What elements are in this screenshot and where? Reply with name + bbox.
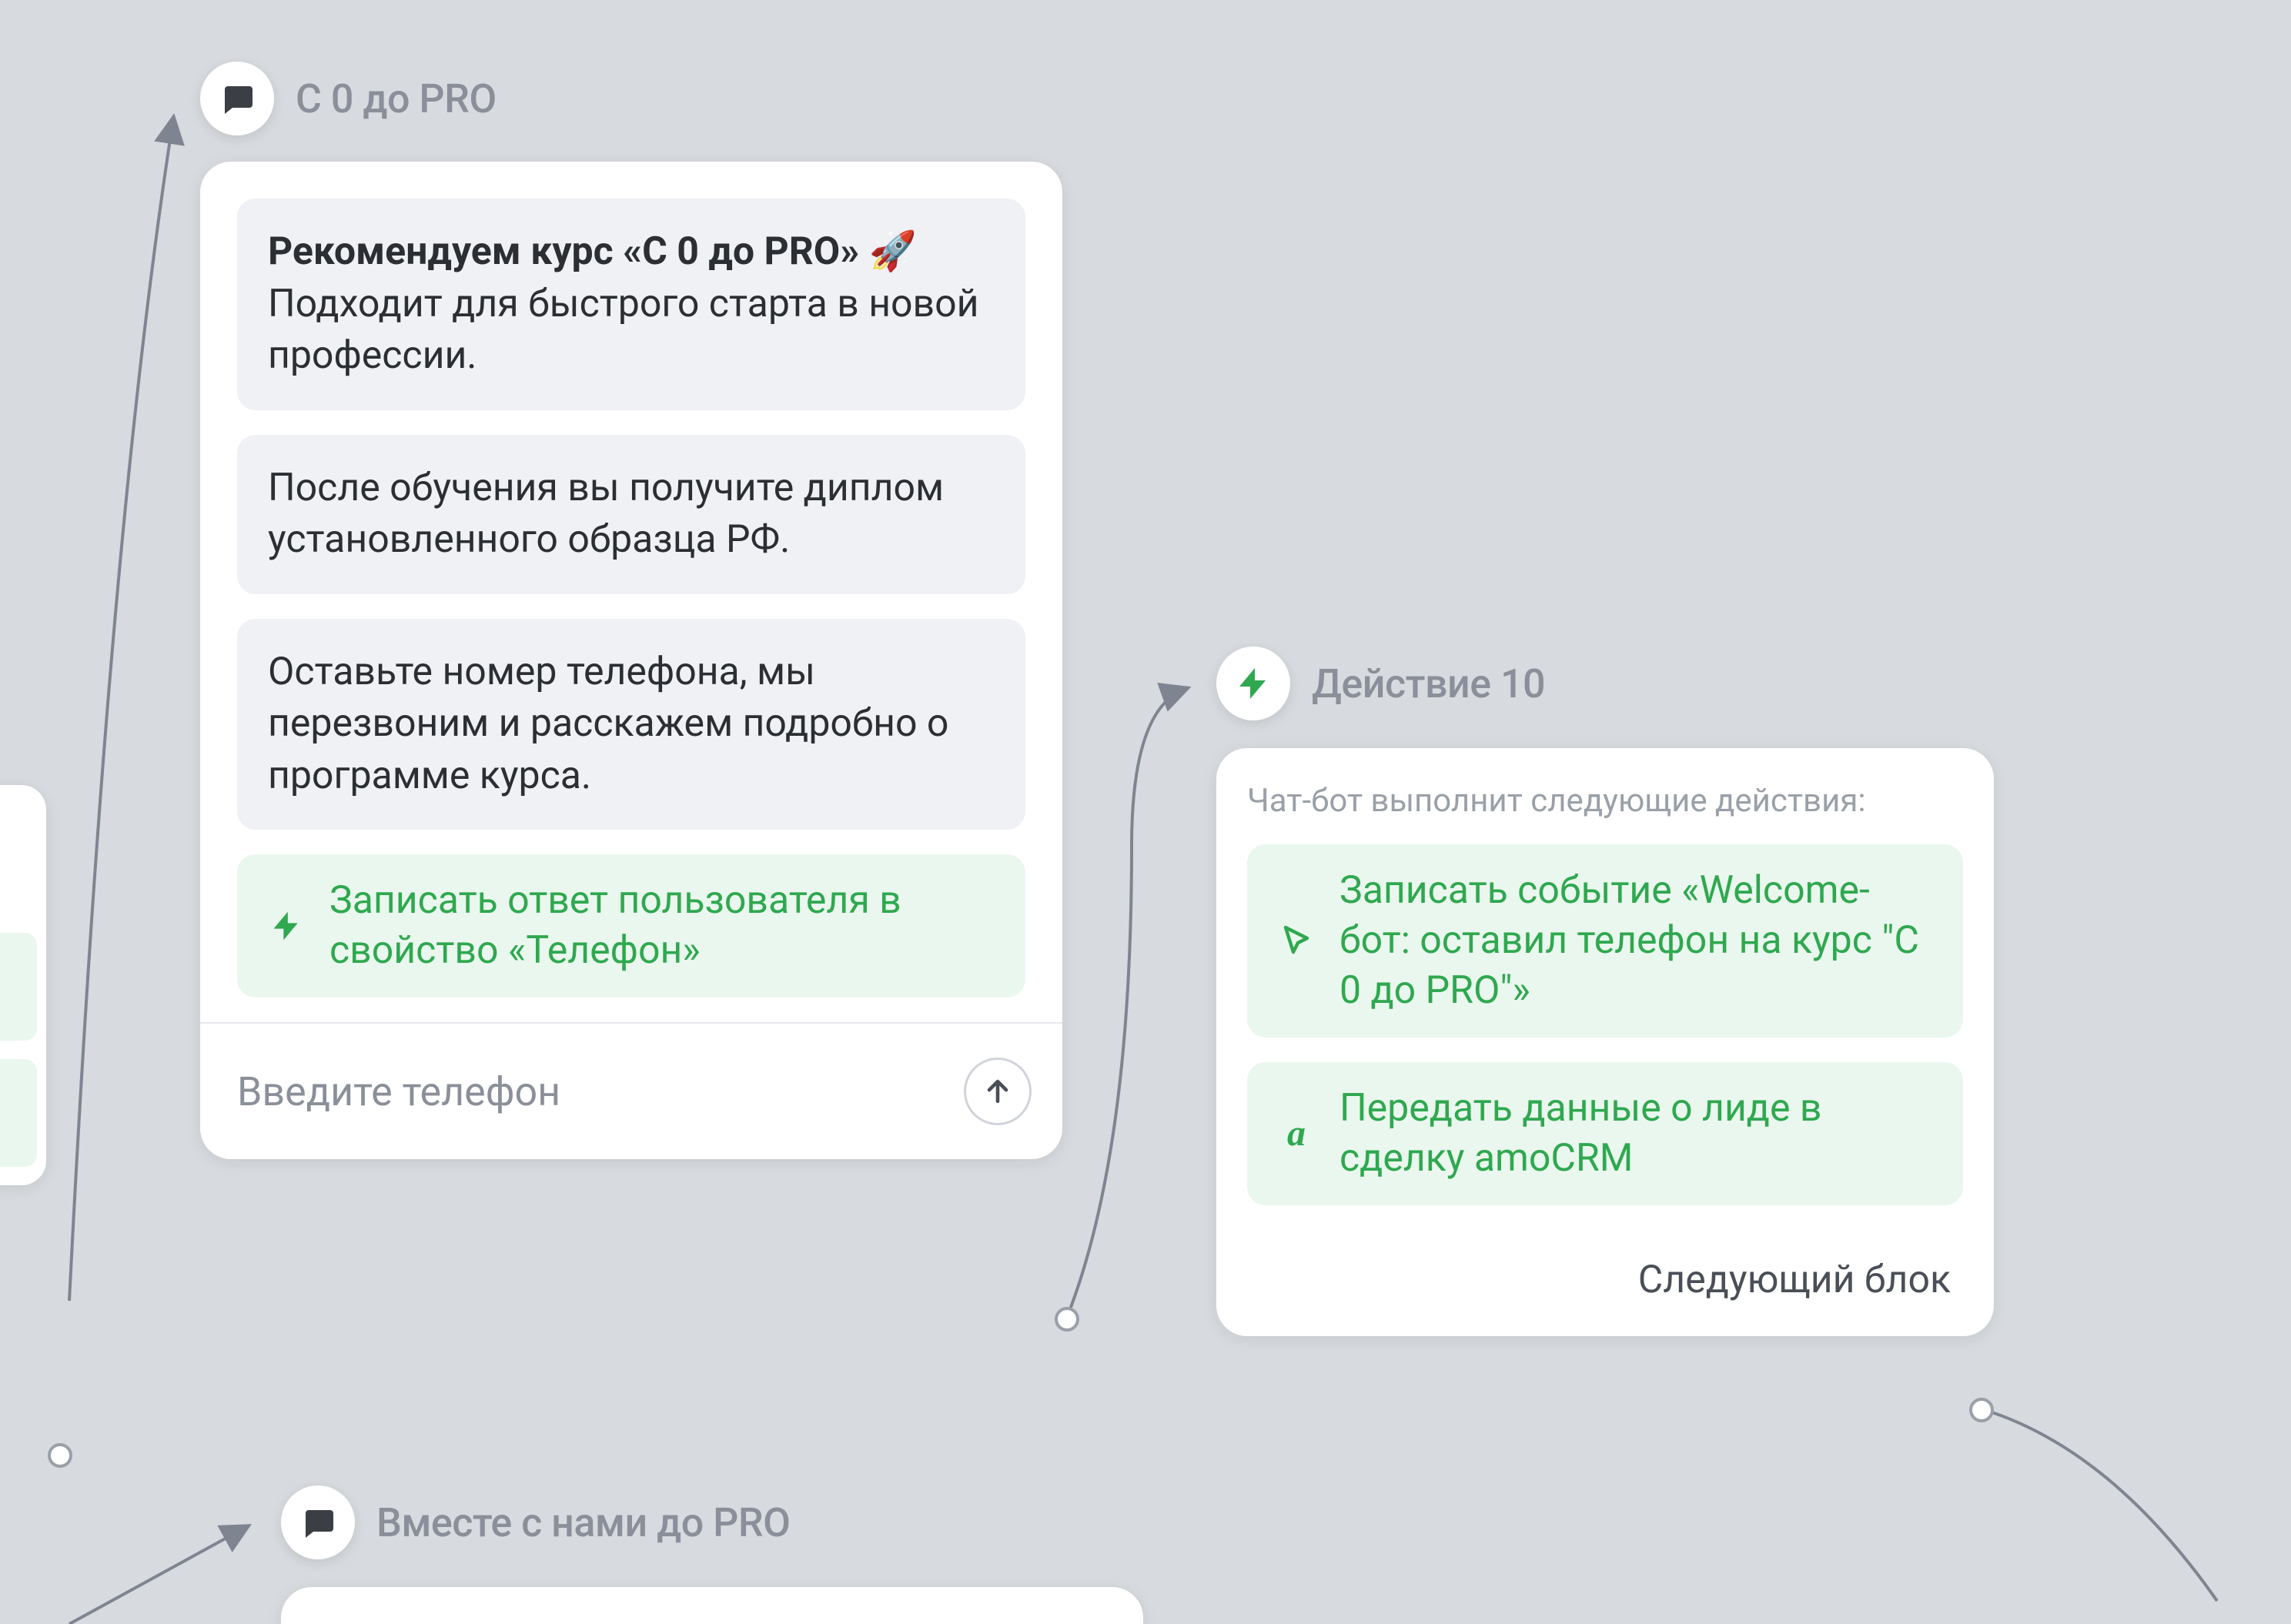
node-card-pro[interactable]: Рекомендуем курс «С 0 до PRO» 🚀Подходит … [200,162,1062,1159]
action-text: Передать данные о лиде в сделку amoCRM [1339,1084,1935,1184]
bolt-icon [265,904,308,947]
action-record-event[interactable]: Записать событие «Welcome-бот: оставил т… [1247,844,1963,1038]
action-send-amocrm[interactable]: a Передать данные о лиде в сделку amoCRM [1247,1062,1963,1205]
cursor-icon [1275,920,1318,963]
connection-port[interactable] [48,1443,72,1468]
inline-action-save-property[interactable]: Записать ответ пользователя в свойство «… [237,854,1025,997]
chat-bubble-icon [200,62,274,135]
message-block: Рекомендуем курс «С 0 до PRO» 🚀Подходит … [237,199,1025,410]
node-header-together[interactable]: Вместе с нами до PRO [281,1485,790,1559]
phone-input-placeholder[interactable]: Введите телефон [237,1068,560,1115]
send-arrow-button[interactable] [964,1058,1032,1125]
inline-action-text: Записать ответ пользователя в свойство «… [329,876,998,976]
node-header-pro[interactable]: С 0 до PRO [200,62,497,135]
message-text: Оставьте номер телефона, мы перезвоним и… [268,650,948,798]
edge-partial-node[interactable] [0,785,46,1185]
action-text: Записать событие «Welcome-бот: оставил т… [1339,866,1935,1016]
message-block: Оставьте номер телефона, мы перезвоним и… [237,619,1025,830]
flow-canvas[interactable]: С 0 до PRO Рекомендуем курс «С 0 до PRO»… [0,0,2291,1624]
node-card-together[interactable] [281,1587,1143,1624]
phone-input-row[interactable]: Введите телефон [200,1022,1062,1159]
next-block-link[interactable]: Следующий блок [1216,1230,1994,1336]
node-title: Вместе с нами до PRO [376,1499,790,1546]
connection-port[interactable] [1969,1398,1994,1422]
message-text: После обучения вы получите диплом устано… [268,466,944,563]
node-title: С 0 до PRO [296,75,497,122]
chat-bubble-icon [281,1485,355,1559]
action-subtitle: Чат-бот выполнит следующие действия: [1216,782,1994,844]
node-title: Действие 10 [1312,660,1545,707]
node-card-action10[interactable]: Чат-бот выполнит следующие действия: Зап… [1216,748,1994,1336]
bolt-icon [1216,647,1290,720]
message-block: После обучения вы получите диплом устано… [237,435,1025,594]
edge-action-slab [0,933,37,1041]
connection-port[interactable] [1055,1307,1079,1332]
edge-action-slab [0,1059,37,1167]
node-header-action10[interactable]: Действие 10 [1216,647,1545,720]
amo-icon: a [1275,1112,1318,1155]
